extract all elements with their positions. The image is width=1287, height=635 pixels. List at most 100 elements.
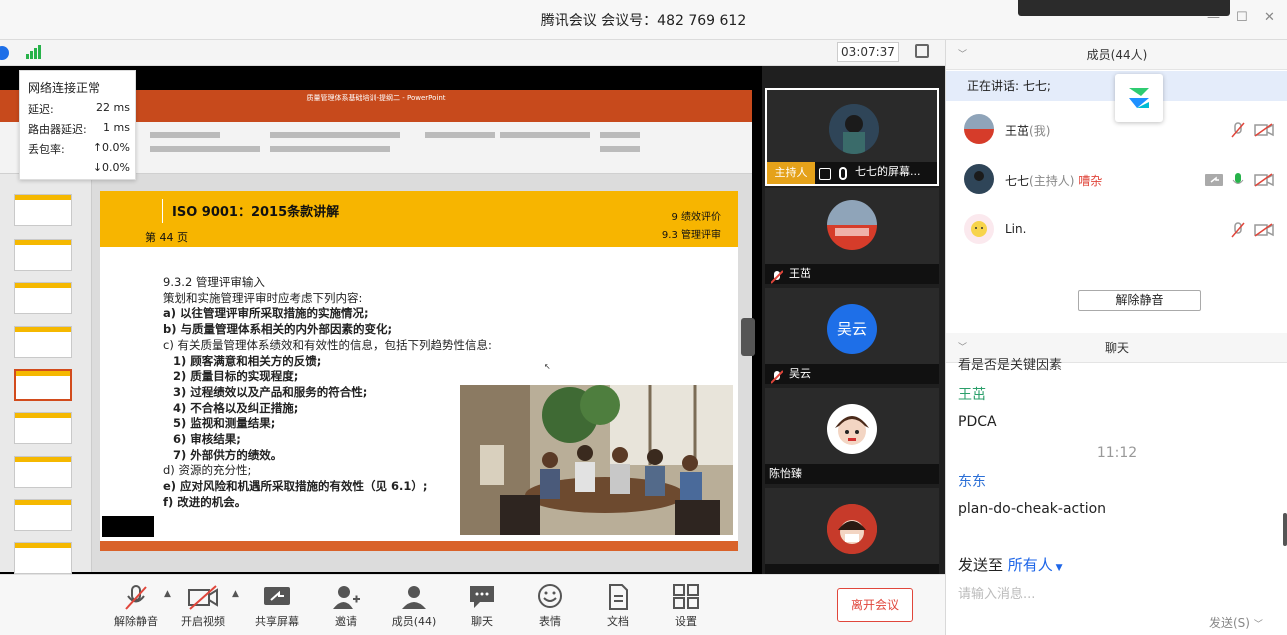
unmute-button[interactable]: 解除静音 (106, 583, 166, 629)
chat-button[interactable]: 聊天 (452, 583, 512, 629)
share-screen-icon (264, 587, 290, 605)
slide-text-line: 9.3.2 管理评审输入 (163, 275, 265, 289)
avatar: 吴云 (827, 304, 877, 354)
video-tile[interactable]: 陈怡臻 (765, 388, 939, 484)
panel-collapse-handle[interactable] (741, 318, 755, 356)
video-tile[interactable]: 王茁 (765, 188, 939, 284)
slide-body-text: 9.3.2 管理评审输入 策划和实施管理评审时应考虑下列内容: a) 以往管理评审所… (163, 275, 492, 511)
chat-timestamp: 11:12 (1096, 445, 1138, 461)
slide-thumbnail-selected[interactable] (14, 369, 72, 401)
network-signal-icon[interactable] (26, 45, 42, 59)
documents-button[interactable]: 文档 (588, 583, 648, 629)
unmute-all-button[interactable]: 解除静音 (1078, 290, 1201, 311)
slide-thumbnail[interactable] (14, 542, 72, 574)
router-latency-row: 路由器延迟: 1 ms (28, 121, 130, 136)
slide-page-number: 第 44 页 (145, 231, 188, 244)
caret-up-icon[interactable]: ▲ (164, 589, 171, 599)
member-row[interactable]: 七七(主持人) 嘈杂 (946, 155, 1287, 205)
caret-down-icon[interactable]: ▼ (1053, 563, 1063, 573)
slide-text-line: 4) 不合格以及纠正措施; (173, 400, 299, 415)
video-tile[interactable]: 吴云 吴云 (765, 288, 939, 384)
slide-text-line: 3) 过程绩效以及产品和服务的符合性; (173, 384, 368, 399)
meeting-timer: 03:07:37 (837, 42, 899, 62)
members-header[interactable]: ﹀ 成员(44人) (946, 40, 1287, 70)
send-to-selector[interactable]: 发送至 所有人 ▼ (958, 554, 1063, 575)
document-icon (609, 584, 628, 610)
send-to-target[interactable]: 所有人 (1008, 556, 1053, 574)
slide-text-line: 5) 监视和测量结果; (173, 416, 276, 431)
slide-thumbnail[interactable] (14, 499, 72, 531)
minimize-icon[interactable]: — (1207, 10, 1220, 25)
avatar (827, 504, 877, 554)
emoji-button[interactable]: 表情 (520, 583, 580, 629)
avatar (964, 164, 994, 194)
settings-button[interactable]: 设置 (656, 583, 716, 629)
video-tile-name: 王茁 (789, 267, 811, 280)
slide-header: ISO 9001：2015条款讲解 第 44 页 9 绩效评价 9.3 管理评审 (100, 191, 738, 247)
side-panel: ﹀ 成员(44人) 正在讲话: 七七; 王茁(我) 七七(主持人) 嘈杂 Lin… (945, 40, 1287, 635)
host-badge: 主持人 (767, 162, 815, 184)
slide-footer-bar (100, 541, 738, 551)
member-row[interactable]: Lin. (946, 205, 1287, 255)
slide-text-line: 1) 顾客满意和相关方的反馈; (173, 353, 322, 368)
chat-scrollbar[interactable] (1283, 513, 1287, 546)
members-button[interactable]: 成员(44) (384, 583, 444, 629)
slide-thumbnail[interactable] (14, 326, 72, 358)
chat-sender: 东东 (958, 474, 986, 490)
start-video-button[interactable]: 开启视频 (173, 583, 233, 629)
mic-muted-icon (770, 369, 784, 384)
redacted-box (102, 516, 154, 537)
slide-title: ISO 9001：2015条款讲解 (172, 205, 340, 220)
chat-input[interactable]: 请输入消息... (958, 583, 1035, 602)
slide-text-line: e) 应对风险和机遇所采取措施的有效性（见 6.1）; (163, 479, 428, 494)
avatar (827, 200, 877, 250)
screen-share-icon[interactable] (1204, 173, 1224, 187)
send-button[interactable]: 发送(S) ﹀ (1209, 614, 1263, 631)
network-status-title: 网络连接正常 (28, 81, 101, 95)
camera-off-icon[interactable] (1254, 173, 1274, 187)
slide-thumbnail[interactable] (14, 239, 72, 271)
slide-text-line: 策划和实施管理评审时应考虑下列内容: (163, 290, 363, 305)
video-tile-host[interactable]: 主持人 七七的屏幕... (765, 88, 939, 186)
video-tile-name: 陈怡臻 (769, 467, 802, 480)
fullscreen-icon[interactable] (915, 44, 929, 58)
invite-button[interactable]: 邀请 (316, 583, 376, 629)
maximize-icon[interactable]: ☐ (1236, 10, 1248, 25)
slide-thumbnails[interactable] (0, 174, 92, 574)
latency-row: 延迟: 22 ms (28, 101, 130, 116)
add-user-icon (333, 586, 360, 609)
share-screen-button[interactable]: 共享屏幕 (247, 583, 307, 629)
chat-messages: 看是否是关键因素 王茁 PDCA 11:12 东东 plan-do-cheak-… (946, 358, 1287, 548)
emoji-icon (538, 584, 562, 608)
close-icon[interactable]: ✕ (1264, 10, 1275, 25)
avatar (827, 404, 877, 454)
notification-toast (1018, 0, 1230, 16)
mic-muted-icon[interactable] (1231, 122, 1245, 138)
slide-text-line: 6) 审核结果; (173, 432, 241, 447)
slide-text-line: b) 与质量管理体系相关的内外部因素的变化; (163, 322, 393, 337)
slide-subsection: 9.3 管理评审 (661, 230, 721, 241)
caret-up-icon[interactable]: ▲ (232, 589, 239, 599)
mic-icon (839, 167, 847, 180)
slide-thumbnail[interactable] (14, 194, 72, 226)
camera-off-icon[interactable] (1254, 123, 1274, 137)
meeting-subbar (0, 40, 945, 66)
leave-meeting-button[interactable]: 离开会议 (837, 588, 913, 622)
camera-off-icon[interactable] (1254, 223, 1274, 237)
chevron-down-icon[interactable]: ﹀ (958, 40, 967, 70)
member-row[interactable]: 王茁(我) (946, 105, 1287, 155)
video-list: 主持人 七七的屏幕... 王茁 吴云 吴云 陈怡臻 (762, 66, 945, 574)
video-tile[interactable] (765, 488, 939, 574)
network-status-popup: 网络连接正常 延迟: 22 ms 路由器延迟: 1 ms 丢包率: ↑0.0% ↓0.… (19, 70, 136, 180)
slide-thumbnail[interactable] (14, 412, 72, 444)
chevron-down-icon[interactable]: ﹀ (1254, 620, 1263, 630)
mic-active-icon[interactable] (1231, 172, 1245, 188)
slide-text-line: f) 改进的机会。 (163, 494, 247, 509)
avatar (829, 104, 879, 154)
chat-message: PDCA (958, 414, 997, 430)
slide-thumbnail[interactable] (14, 282, 72, 314)
camera-off-icon (188, 585, 218, 610)
packet-loss-row: 丢包率: ↑0.0% (28, 141, 130, 156)
slide-thumbnail[interactable] (14, 456, 72, 488)
mic-muted-icon[interactable] (1231, 222, 1245, 238)
